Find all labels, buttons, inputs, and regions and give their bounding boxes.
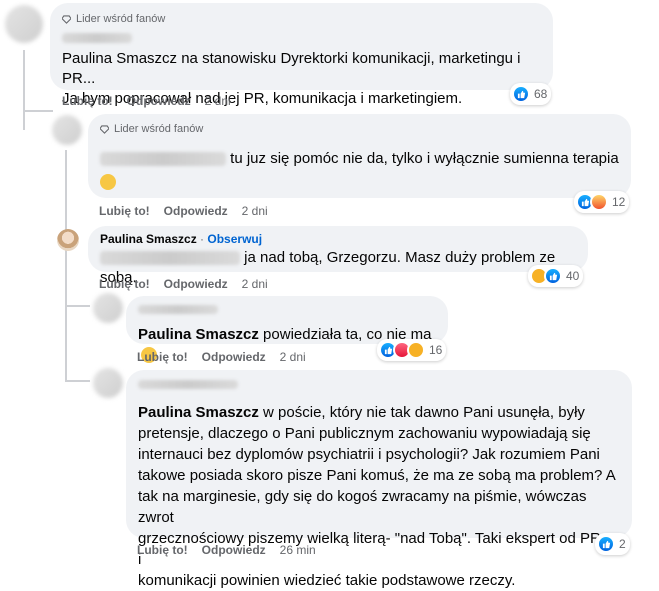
badge-label: Lider wśród fanów xyxy=(114,123,204,135)
reaction-count: 68 xyxy=(534,87,548,101)
diamond-icon xyxy=(100,124,109,134)
reaction-summary[interactable]: 40 xyxy=(528,265,584,287)
reaction-summary[interactable]: 16 xyxy=(377,339,447,361)
top-fan-badge: Lider wśród fanów xyxy=(100,123,619,135)
author-name-redacted[interactable] xyxy=(100,152,226,167)
reply-button[interactable]: Odpowiedz xyxy=(164,277,228,291)
comment-bubble: Paulina Smaszcz w poście, który nie tak … xyxy=(126,370,632,589)
like-button[interactable]: Lubię to! xyxy=(99,204,150,218)
comment-actions: Lubię to! Odpowiedz 26 min xyxy=(137,543,316,557)
like-reaction-icon xyxy=(544,267,562,285)
reply-button[interactable]: Odpowiedz xyxy=(164,204,228,218)
comment-actions: Lubię to! Odpowiedz 2 dni xyxy=(62,94,231,108)
comment-actions: Lubię to! Odpowiedz 2 dni xyxy=(99,277,268,291)
top-fan-badge: Lider wśród fanów xyxy=(62,13,541,25)
mention-link[interactable]: Paulina Smaszcz xyxy=(138,404,259,421)
reaction-count: 16 xyxy=(429,343,443,357)
reply-button[interactable]: Odpowiedz xyxy=(202,543,266,557)
reaction-count: 40 xyxy=(566,269,580,283)
author-name-redacted[interactable] xyxy=(138,380,238,390)
thread-line-reply-elbow1 xyxy=(65,305,90,307)
like-button[interactable]: Lubię to! xyxy=(99,277,150,291)
thread-line-reply-elbow2 xyxy=(65,380,90,382)
like-button[interactable]: Lubię to! xyxy=(137,543,188,557)
thread-line-elbow xyxy=(23,110,53,112)
comment-actions: Lubię to! Odpowiedz 2 dni xyxy=(137,350,306,364)
reaction-summary[interactable]: 2 xyxy=(595,533,630,555)
separator: · xyxy=(196,232,208,246)
angry-reaction-icon xyxy=(590,193,608,211)
badge-label: Lider wśród fanów xyxy=(76,13,166,25)
comment-actions: Lubię to! Odpowiedz 2 dni xyxy=(99,204,268,218)
timestamp[interactable]: 2 dni xyxy=(242,277,268,291)
avatar[interactable] xyxy=(93,368,123,398)
timestamp[interactable]: 26 min xyxy=(280,543,316,557)
author-name[interactable]: Paulina Smaszcz xyxy=(100,232,197,246)
like-button[interactable]: Lubię to! xyxy=(62,94,113,108)
like-reaction-icon xyxy=(597,535,615,553)
avatar[interactable] xyxy=(5,5,43,43)
timestamp[interactable]: 2 dni xyxy=(205,94,231,108)
wow-reaction-icon xyxy=(407,341,425,359)
diamond-icon xyxy=(62,14,71,24)
comment-text: Paulina Smaszcz w poście, który nie tak … xyxy=(138,404,616,589)
author-name-redacted[interactable] xyxy=(138,305,218,315)
reaction-count: 2 xyxy=(619,537,626,551)
comment-bubble: Lider wśród fanów tu juz się pomóc nie d… xyxy=(88,114,631,198)
mention-redacted[interactable] xyxy=(100,251,240,266)
comment-bubble: Paulina Smaszcz · Obserwuj ja nad tobą, … xyxy=(88,226,588,286)
like-reaction-icon xyxy=(512,85,530,103)
reaction-count: 12 xyxy=(612,195,626,209)
timestamp[interactable]: 2 dni xyxy=(280,350,306,364)
avatar[interactable] xyxy=(93,293,123,323)
thread-line-reply xyxy=(65,150,67,382)
wink-emoji-icon xyxy=(100,173,116,190)
thread-line-main xyxy=(23,50,25,130)
comment-text: tu juz się pomóc nie da, tylko i wyłączn… xyxy=(100,149,619,169)
comment-bubble: Lider wśród fanów Paulina Smaszcz na sta… xyxy=(50,3,553,107)
follow-button[interactable]: Obserwuj xyxy=(207,232,262,246)
author-name-redacted[interactable] xyxy=(62,32,132,43)
like-button[interactable]: Lubię to! xyxy=(137,350,188,364)
comment-bubble: Paulina Smaszcz powiedziała ta, co nie m… xyxy=(126,296,448,364)
reply-button[interactable]: Odpowiedz xyxy=(202,350,266,364)
reaction-summary[interactable]: 12 xyxy=(574,191,630,213)
mention-link[interactable]: Paulina Smaszcz xyxy=(138,326,259,343)
reply-button[interactable]: Odpowiedz xyxy=(127,94,191,108)
timestamp[interactable]: 2 dni xyxy=(242,204,268,218)
avatar[interactable] xyxy=(52,115,82,145)
reaction-summary[interactable]: 68 xyxy=(510,83,552,105)
avatar[interactable] xyxy=(57,229,79,251)
